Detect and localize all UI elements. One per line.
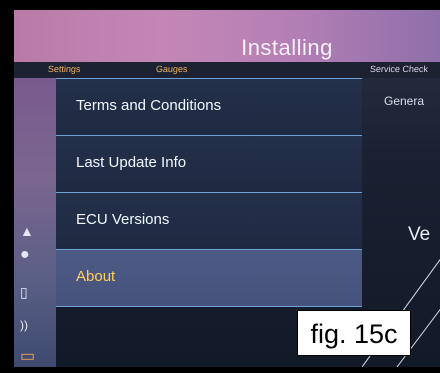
menu-item-terms[interactable]: Terms and Conditions (56, 78, 362, 136)
general-label: Genera (384, 94, 425, 108)
menu-item-label: Terms and Conditions (76, 97, 222, 114)
tab-service-check[interactable]: Service Check (370, 64, 429, 74)
phone-icon[interactable]: ● (20, 246, 30, 264)
status-banner: Installing (14, 10, 440, 62)
tab-gauges[interactable]: Gauges (156, 64, 188, 74)
sidebar: ▲ ● ▯ )) ▭ (14, 78, 56, 367)
status-title: Installing (241, 35, 333, 60)
radio-icon[interactable]: )) (20, 318, 28, 332)
photo-frame: Installing Settings Gauges Service Check… (0, 0, 440, 373)
navigation-icon[interactable]: ▲ (20, 223, 34, 239)
tab-bar: Settings Gauges Service Check (14, 62, 440, 78)
menu-item-about[interactable]: About (56, 250, 362, 307)
version-label: Ve (408, 224, 431, 245)
menu-item-label: About (76, 268, 116, 285)
folder-icon[interactable]: ▭ (20, 346, 35, 366)
figure-caption: fig. 15c (310, 319, 398, 349)
menu-item-label: Last Update Info (76, 154, 187, 171)
menu-item-label: ECU Versions (76, 211, 170, 228)
figure-caption-box: fig. 15c (297, 310, 411, 356)
fuel-icon[interactable]: ▯ (20, 284, 28, 301)
settings-menu: Terms and Conditions Last Update Info EC… (56, 78, 362, 313)
tab-settings[interactable]: Settings (48, 64, 81, 74)
menu-item-ecu-versions[interactable]: ECU Versions (56, 193, 362, 250)
menu-item-last-update[interactable]: Last Update Info (56, 136, 362, 193)
